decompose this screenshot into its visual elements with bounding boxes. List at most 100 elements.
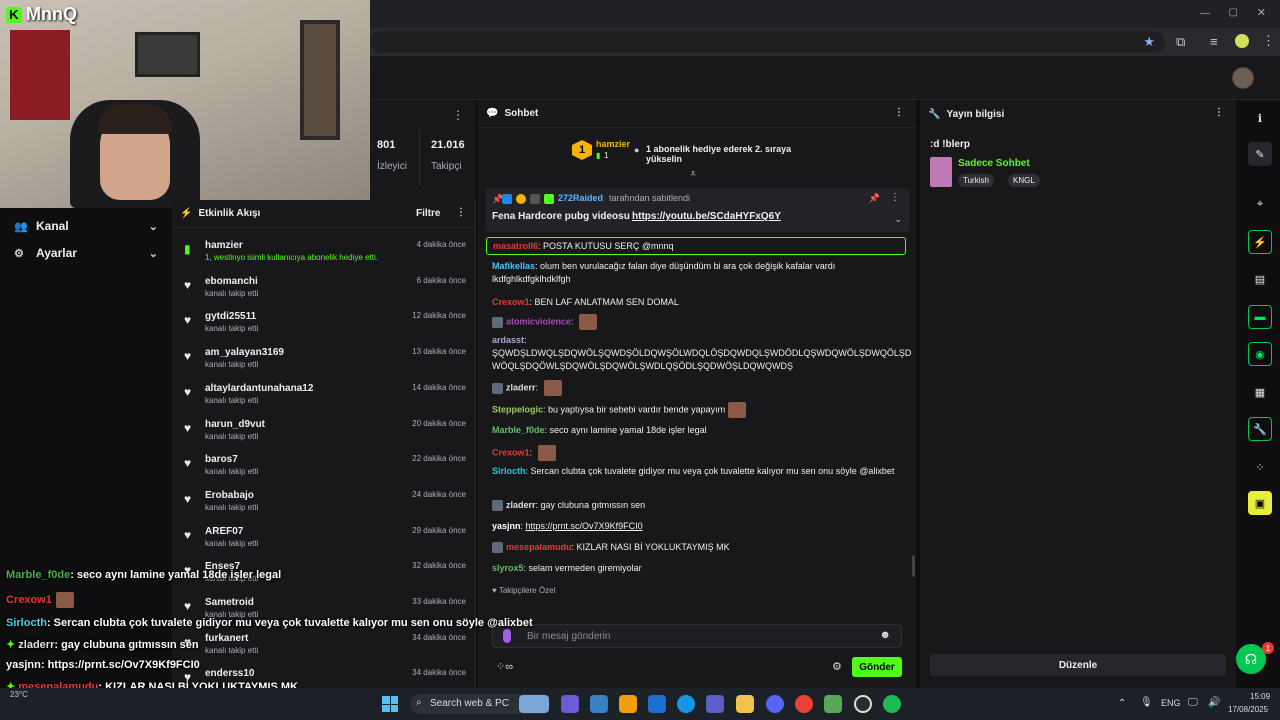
maximize-icon[interactable]: ▢ xyxy=(1229,7,1238,18)
pencil-icon[interactable]: ✎ xyxy=(1248,142,1272,166)
activity-username[interactable]: altaylardantunahana12 xyxy=(205,383,313,394)
chat-scrollbar[interactable] xyxy=(912,555,915,577)
mic-tray-icon[interactable]: 🎙 xyxy=(1140,697,1153,708)
activity-row[interactable]: ♥ harun_d9vut kanalı takip etti 20 dakika ö… xyxy=(180,415,470,449)
chat-settings-icon[interactable]: ⚙ xyxy=(832,660,842,673)
activity-username[interactable]: am_yalayan3169 xyxy=(205,347,284,358)
focus-icon[interactable]: ⌖ xyxy=(1248,192,1272,216)
chat-username[interactable]: Marble_f0de xyxy=(492,425,545,435)
activity-username[interactable]: harun_d9vut xyxy=(205,419,265,430)
tag-badge[interactable]: Turkish xyxy=(958,174,994,187)
activity-username[interactable]: hamzier xyxy=(205,240,243,251)
activity-row[interactable]: ♥ Erobabajo kanalı takip etti 24 dakika önc… xyxy=(180,486,470,520)
info-icon[interactable]: ℹ xyxy=(1248,106,1272,130)
chat-username[interactable]: mesepalamudu xyxy=(506,542,572,552)
chat-username[interactable]: zladerr xyxy=(506,382,536,392)
chat-text[interactable]: https://prnt.sc/Ov7X9Kf9FCI0 xyxy=(526,521,643,531)
tray-chevron-icon[interactable]: ⌃ xyxy=(1118,698,1126,709)
clip-icon[interactable]: ▣ xyxy=(1248,491,1272,515)
nav-item-kanal[interactable]: 👥 Kanal ⌄ xyxy=(0,213,172,239)
copilot-icon[interactable] xyxy=(561,695,579,713)
url-field[interactable]: ★ xyxy=(370,31,1165,53)
activity-username[interactable]: enderss10 xyxy=(205,668,254,679)
filter-button[interactable]: Filtre xyxy=(416,208,440,219)
document-icon[interactable]: ▤ xyxy=(1248,267,1272,291)
close-icon[interactable]: ✕ xyxy=(1257,6,1266,19)
layout-icon[interactable]: ▦ xyxy=(1248,380,1272,404)
profile-icon[interactable] xyxy=(1235,34,1249,48)
chat-username[interactable]: masatroll6 xyxy=(493,241,538,251)
volume-icon[interactable]: 🔊 xyxy=(1208,697,1220,708)
media-icon[interactable]: ≡ xyxy=(1210,34,1218,49)
tag-badge[interactable]: KNGL xyxy=(1008,174,1040,187)
collapse-icon[interactable]: ⩡ xyxy=(690,168,696,181)
activity-row[interactable]: ♥ ebomanchi kanalı takip etti 6 dakika önce xyxy=(180,272,470,306)
pinned-menu-icon[interactable]: ⋮ xyxy=(890,192,900,203)
activity-username[interactable]: Erobabajo xyxy=(205,490,254,501)
panel-menu-icon[interactable]: ⋮ xyxy=(456,207,466,218)
activity-row[interactable]: ▮ hamzier 1, westinyo isimli kullanıcıya a… xyxy=(180,236,470,270)
emoji-icon[interactable]: ☻ xyxy=(879,629,891,641)
tool-icon[interactable]: 🔧 xyxy=(1248,417,1272,441)
activity-row[interactable]: ♥ baros7 kanalı takip etti 22 dakika önce xyxy=(180,450,470,484)
outlook-icon[interactable] xyxy=(648,695,666,713)
clock-date[interactable]: 17/08/2025 xyxy=(1228,705,1268,714)
edge-icon[interactable] xyxy=(677,695,695,713)
minecraft-icon[interactable] xyxy=(824,695,842,713)
nav-item-ayarlar[interactable]: ⚙ Ayarlar ⌄ xyxy=(0,240,172,266)
network-icon[interactable]: 🖵 xyxy=(1188,697,1198,708)
menu-dots-icon[interactable]: ⋮ xyxy=(1262,33,1275,49)
activity-username[interactable]: furkanert xyxy=(205,633,248,644)
folder-icon[interactable] xyxy=(736,695,754,713)
chat-username[interactable]: yasjnn xyxy=(492,521,521,531)
panel-menu-icon[interactable]: ⋮ xyxy=(452,108,464,122)
activity-row[interactable]: ♥ am_yalayan3169 kanalı takip etti 13 dakik… xyxy=(180,343,470,377)
pinned-link[interactable]: https://youtu.be/SCdaHYFxQ6Y xyxy=(632,211,781,222)
explorer-icon[interactable] xyxy=(619,695,637,713)
community-icon[interactable]: ⁘ xyxy=(1248,455,1272,479)
chat-username[interactable]: zladerr xyxy=(506,500,536,510)
obs-icon[interactable] xyxy=(854,695,872,713)
chat-username[interactable]: ardasst xyxy=(492,335,524,345)
clock-time[interactable]: 15:09 xyxy=(1250,692,1270,701)
activity-username[interactable]: gytdi25511 xyxy=(205,311,256,322)
chevron-down-icon[interactable]: ⌄ xyxy=(894,214,902,225)
activity-username[interactable]: baros7 xyxy=(205,454,238,465)
unpin-icon[interactable]: 📌 xyxy=(869,193,880,204)
teams-icon[interactable] xyxy=(706,695,724,713)
minimize-icon[interactable]: — xyxy=(1200,8,1210,19)
pinned-message[interactable]: 📌 272Raided tarafından sabitlendi Fena H… xyxy=(486,188,910,232)
chat-username[interactable]: Steppelogic xyxy=(492,404,543,414)
chat-username[interactable]: Sirlocth xyxy=(492,466,526,476)
activity-username[interactable]: Sametroid xyxy=(205,597,254,608)
chat-username[interactable]: atomicviolence xyxy=(506,316,571,326)
broadcast-icon[interactable]: ◉ xyxy=(1248,342,1272,366)
mic-icon[interactable] xyxy=(503,629,511,643)
language-indicator[interactable]: ENG xyxy=(1161,698,1181,708)
user-avatar[interactable] xyxy=(1232,67,1254,89)
activity-username[interactable]: ebomanchi xyxy=(205,276,258,287)
spotify-icon[interactable] xyxy=(883,695,901,713)
chat-tools-icon[interactable]: ⁘∞ xyxy=(496,660,513,673)
chat-username[interactable]: Mafikellas xyxy=(492,261,535,271)
edit-button[interactable]: Düzenle xyxy=(930,654,1226,676)
lightning-icon[interactable]: ⚡ xyxy=(1248,230,1272,254)
category-name[interactable]: Sadece Sohbet xyxy=(958,158,1030,169)
send-button[interactable]: Gönder xyxy=(852,657,902,677)
activity-row[interactable]: ♥ furkanert kanalı takip etti 34 dakika önc… xyxy=(180,629,470,663)
activity-row[interactable]: ♥ gytdi25511 kanalı takip etti 12 dakika ön… xyxy=(180,307,470,341)
activity-row[interactable]: ♥ altaylardantunahana12 kanalı takip etti 1… xyxy=(180,379,470,413)
extensions-icon[interactable]: ⧉ xyxy=(1176,34,1185,50)
chrome-icon[interactable] xyxy=(795,695,813,713)
panel-menu-icon[interactable]: ⋮ xyxy=(894,107,904,118)
windows-start-icon[interactable] xyxy=(382,696,398,712)
chat-input[interactable]: Bir mesaj gönderin ☻ xyxy=(492,624,902,648)
widgets-icon[interactable] xyxy=(519,695,549,713)
activity-row[interactable]: ♥ AREF07 kanalı takip etti 29 dakika önce xyxy=(180,522,470,556)
app-icon[interactable] xyxy=(590,695,608,713)
chat-username[interactable]: Crexow1 xyxy=(492,297,530,307)
bookmark-star-icon[interactable]: ★ xyxy=(1143,34,1155,50)
chat-username[interactable]: slyrox5 xyxy=(492,563,524,573)
activity-username[interactable]: AREF07 xyxy=(205,526,243,537)
chat-username[interactable]: Crexow1 xyxy=(492,447,530,457)
